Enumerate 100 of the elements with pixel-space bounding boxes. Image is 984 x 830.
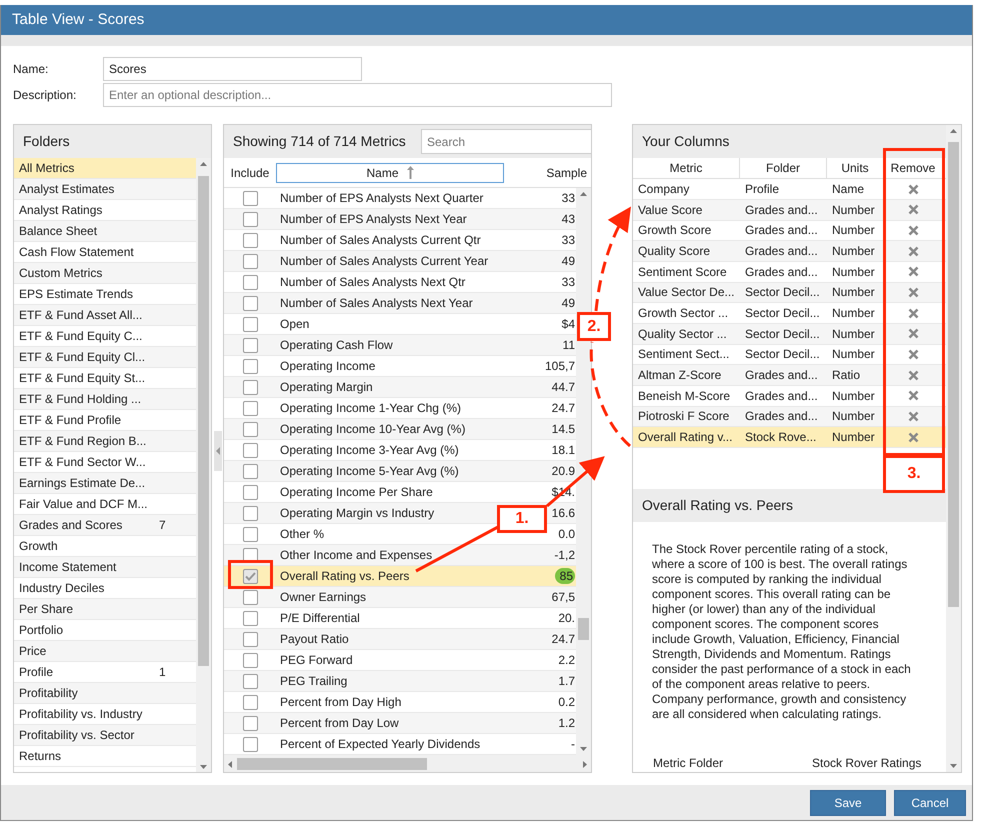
cancel-button[interactable]: Cancel bbox=[894, 790, 966, 816]
remove-icon[interactable] bbox=[908, 348, 919, 360]
checkbox[interactable] bbox=[242, 484, 258, 500]
checkbox[interactable] bbox=[242, 568, 258, 584]
column-header[interactable]: Metric bbox=[633, 158, 740, 178]
column-header[interactable]: Sample bbox=[504, 164, 591, 182]
folder-item[interactable]: Balance Sheet bbox=[14, 221, 196, 242]
folder-item[interactable]: Per Share bbox=[14, 599, 196, 620]
column-header[interactable]: Include bbox=[224, 164, 276, 182]
remove-icon[interactable] bbox=[908, 266, 919, 278]
checkbox[interactable] bbox=[242, 400, 258, 416]
checkbox[interactable] bbox=[242, 716, 258, 731]
save-button[interactable]: Save bbox=[810, 790, 886, 816]
checkbox[interactable] bbox=[242, 590, 258, 605]
checkbox[interactable] bbox=[242, 694, 258, 710]
checkbox[interactable] bbox=[242, 652, 258, 668]
scroll-thumb[interactable] bbox=[948, 142, 959, 608]
folder-item[interactable]: Grades and Scores 7 bbox=[14, 515, 196, 536]
remove-icon[interactable] bbox=[908, 286, 919, 298]
name-field[interactable]: Scores bbox=[103, 57, 362, 82]
checkbox[interactable] bbox=[242, 506, 258, 521]
remove-icon[interactable] bbox=[908, 184, 919, 194]
metric-row[interactable]: Other Income and Expenses -1,2 bbox=[224, 545, 576, 566]
scroll-thumb[interactable] bbox=[578, 618, 589, 640]
checkbox[interactable] bbox=[242, 274, 258, 290]
remove-icon[interactable] bbox=[908, 246, 919, 257]
checkbox[interactable] bbox=[242, 190, 258, 206]
remove-icon[interactable] bbox=[908, 432, 919, 443]
folder-item[interactable]: ETF & Fund Equity Cl... bbox=[14, 347, 196, 368]
search-field[interactable]: Search bbox=[421, 129, 591, 154]
scroll-right-icon[interactable] bbox=[582, 760, 588, 769]
column-row[interactable]: Quality Sector ... Sector Decil... Number bbox=[633, 324, 946, 345]
metric-row[interactable]: Number of Sales Analysts Next Year 49 bbox=[224, 293, 576, 314]
checkbox[interactable] bbox=[242, 232, 258, 248]
column-row[interactable]: Quality Score Grades and... Number bbox=[633, 241, 946, 262]
scroll-thumb[interactable] bbox=[198, 176, 209, 666]
checkbox[interactable] bbox=[242, 422, 258, 437]
column-header[interactable]: Name bbox=[276, 162, 504, 183]
folder-item[interactable]: ETF & Fund Region B... bbox=[14, 431, 196, 452]
column-header[interactable]: Folder bbox=[740, 158, 827, 178]
column-row[interactable]: Value Score Grades and... Number bbox=[633, 200, 946, 221]
folder-item[interactable]: Profitability vs. Sector bbox=[14, 725, 196, 746]
column-row[interactable]: Altman Z-Score Grades and... Ratio bbox=[633, 365, 946, 386]
checkbox[interactable] bbox=[242, 316, 258, 332]
metric-row[interactable]: Number of EPS Analysts Next Year 43 bbox=[224, 209, 576, 230]
remove-icon[interactable] bbox=[908, 370, 919, 381]
metric-row[interactable]: Number of Sales Analysts Current Year 49 bbox=[224, 251, 576, 272]
checkbox[interactable] bbox=[242, 610, 258, 626]
column-row[interactable]: Piotroski F Score Grades and... Number bbox=[633, 406, 946, 428]
metric-row[interactable]: Operating Margin 44.7 bbox=[224, 377, 576, 398]
metric-row[interactable]: Percent from Day Low 1.2 bbox=[224, 713, 576, 734]
remove-icon[interactable] bbox=[908, 390, 919, 402]
folder-item[interactable]: Earnings Estimate De... bbox=[14, 473, 196, 494]
checkbox[interactable] bbox=[242, 296, 258, 311]
metric-row[interactable]: Payout Ratio 24.7 bbox=[224, 629, 576, 650]
horizontal-scrollbar[interactable] bbox=[224, 755, 591, 772]
metric-row[interactable]: Operating Income 10-Year Avg (%) 14.5 bbox=[224, 419, 576, 440]
sample-value: 33 bbox=[562, 274, 575, 292]
checkbox[interactable] bbox=[242, 380, 258, 395]
remove-icon[interactable] bbox=[908, 410, 919, 422]
folder-item[interactable]: Analyst Estimates bbox=[14, 179, 196, 200]
checkbox[interactable] bbox=[242, 212, 258, 227]
scroll-left-icon[interactable] bbox=[227, 760, 233, 769]
folder-item[interactable]: Profitability bbox=[14, 683, 196, 704]
column-header[interactable]: Remove bbox=[884, 158, 943, 178]
folder-item[interactable]: ETF & Fund Holding ... bbox=[14, 389, 196, 410]
checkbox[interactable] bbox=[242, 442, 258, 458]
metric-row[interactable]: PEG Trailing 1.7 bbox=[224, 671, 576, 692]
checkbox[interactable] bbox=[242, 736, 258, 752]
remove-icon[interactable] bbox=[908, 224, 919, 236]
remove-icon[interactable] bbox=[908, 204, 919, 216]
folder-item[interactable]: Custom Metrics bbox=[14, 263, 196, 284]
remove-icon[interactable] bbox=[908, 308, 919, 319]
column-row[interactable]: Overall Rating v... Stock Rove... Number bbox=[633, 427, 946, 448]
column-row[interactable]: Value Sector De... Sector Decil... Number bbox=[633, 282, 946, 304]
checkbox[interactable] bbox=[242, 674, 258, 689]
folder-item[interactable]: All Metrics bbox=[14, 158, 196, 180]
checkbox[interactable] bbox=[242, 632, 258, 647]
metric-row[interactable]: Operating Income 5-Year Avg (%) 20.9 bbox=[224, 461, 576, 482]
column-header[interactable]: Units bbox=[827, 158, 884, 178]
collapse-arrow-icon bbox=[215, 446, 221, 456]
remove-icon[interactable] bbox=[908, 328, 919, 340]
scrollbar[interactable] bbox=[946, 125, 961, 772]
metric-row[interactable]: Operating Cash Flow 11 bbox=[224, 335, 576, 356]
scrollbar[interactable] bbox=[196, 158, 211, 772]
metric-row[interactable]: Overall Rating vs. Peers 85 bbox=[224, 566, 576, 588]
table-cell-text: Number bbox=[831, 243, 876, 260]
checkbox[interactable] bbox=[242, 358, 258, 374]
folder-item[interactable]: Price bbox=[14, 641, 196, 662]
scroll-thumb[interactable] bbox=[237, 758, 427, 770]
description-field[interactable]: Enter an optional description... bbox=[103, 83, 612, 108]
checkbox[interactable] bbox=[242, 338, 258, 353]
collapse-handle[interactable] bbox=[214, 431, 222, 472]
checkbox[interactable] bbox=[242, 526, 258, 542]
sample-value: 1.2 bbox=[558, 715, 575, 732]
folder-item[interactable]: Income Statement bbox=[14, 557, 196, 578]
folder-item[interactable]: ETF & Fund Asset All... bbox=[14, 305, 196, 326]
metric-row[interactable]: Owner Earnings 67,5 bbox=[224, 587, 576, 608]
checkbox[interactable] bbox=[242, 464, 258, 479]
checkbox[interactable] bbox=[242, 254, 258, 269]
